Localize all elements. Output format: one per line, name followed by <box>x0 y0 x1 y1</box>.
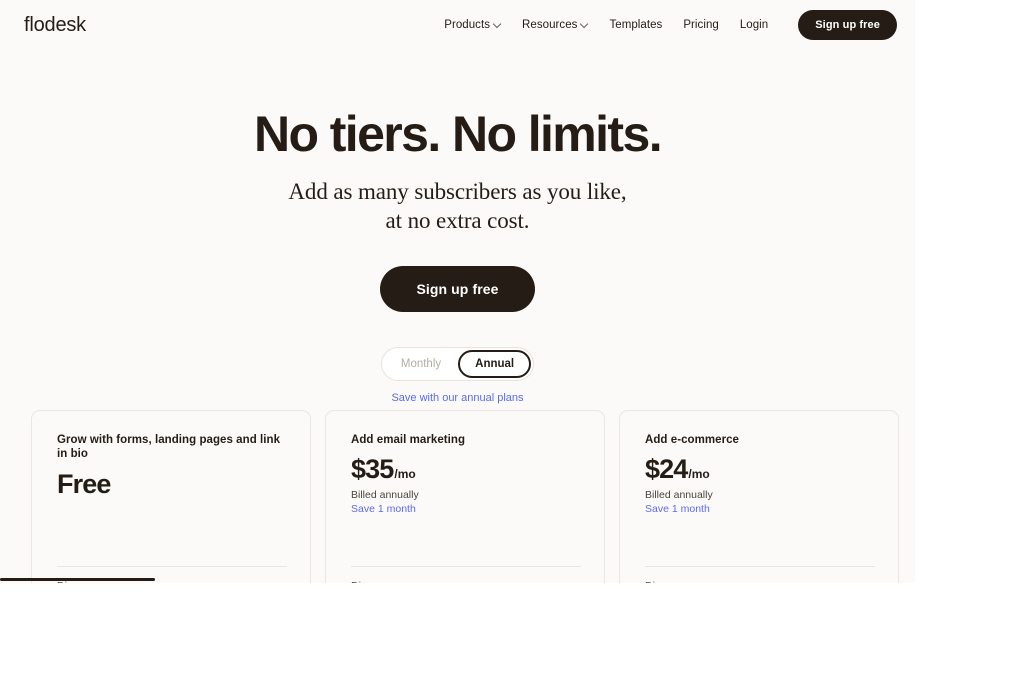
pricing-card-billing-note: Billed annually <box>351 489 419 502</box>
pricing-card-price-period: /mo <box>688 467 710 482</box>
chevron-down-icon <box>581 21 588 28</box>
brand-logo[interactable]: flodesk <box>24 14 86 37</box>
card-divider <box>645 566 875 567</box>
page-viewport: flodesk Products Resources Templates Pri… <box>0 0 915 583</box>
pricing-card-eyebrow: Grow with forms, landing pages and link … <box>57 434 281 461</box>
nav-item-pricing[interactable]: Pricing <box>683 19 719 31</box>
pricing-card-price-amount: $35 <box>351 454 394 485</box>
billing-period-toggle[interactable]: Monthly Annual <box>380 347 535 381</box>
site-header: flodesk Products Resources Templates Pri… <box>0 0 915 50</box>
pricing-card-free[interactable]: Grow with forms, landing pages and link … <box>31 410 311 583</box>
toggle-option-annual[interactable]: Annual <box>458 350 532 378</box>
annual-savings-link[interactable]: Save with our annual plans <box>0 392 915 404</box>
toggle-option-monthly[interactable]: Monthly <box>384 350 458 378</box>
pricing-card-price-amount: $24 <box>645 454 688 485</box>
pricing-card-email-marketing[interactable]: Add email marketing $35/mo Billed annual… <box>325 410 605 583</box>
pricing-card-eyebrow: Add e-commerce <box>645 434 740 446</box>
nav-item-resources-label: Resources <box>522 19 578 31</box>
nav-item-products-label: Products <box>444 19 491 31</box>
nav-item-resources[interactable]: Resources <box>522 19 588 31</box>
chevron-down-icon <box>494 21 501 28</box>
hero-subtitle: Add as many subscribers as you like, at … <box>0 177 915 236</box>
card-divider <box>351 566 581 567</box>
pricing-card-price: $35/mo <box>351 455 579 485</box>
hero-subtitle-line-2: at no extra cost. <box>385 208 530 234</box>
hero-signup-button[interactable]: Sign up free <box>380 265 535 312</box>
nav-item-templates[interactable]: Templates <box>609 19 662 31</box>
pricing-card-price-period: /mo <box>394 467 416 482</box>
hero-subtitle-line-1: Add as many subscribers as you like, <box>288 179 627 204</box>
primary-nav: Products Resources Templates Pricing Log… <box>444 10 897 40</box>
pricing-card-ecommerce[interactable]: Add e-commerce $24/mo Billed annually Sa… <box>619 410 899 583</box>
nav-signup-button[interactable]: Sign up free <box>798 10 897 40</box>
nav-item-products[interactable]: Products <box>444 19 501 31</box>
pricing-card-save-link[interactable]: Save 1 month <box>645 503 873 515</box>
pricing-cards-row: Grow with forms, landing pages and link … <box>31 410 899 583</box>
nav-item-login[interactable]: Login <box>740 19 768 31</box>
pricing-card-billing-note: Billed annually <box>645 489 713 502</box>
pricing-card-eyebrow: Add email marketing <box>351 434 466 446</box>
horizontal-scrollbar[interactable] <box>0 576 915 583</box>
page-title: No tiers. No limits. <box>254 106 663 162</box>
pricing-card-price: $24/mo <box>645 455 873 485</box>
pricing-card-price: Free <box>57 468 285 500</box>
card-divider <box>57 566 287 567</box>
pricing-card-save-link[interactable]: Save 1 month <box>351 503 579 515</box>
horizontal-scrollbar-thumb[interactable] <box>0 578 155 581</box>
hero-section: No tiers. No limits. Add as many subscri… <box>0 105 915 312</box>
pricing-card-price-amount: Free <box>57 468 111 499</box>
billing-toggle-section: Monthly Annual Save with our annual plan… <box>0 347 915 404</box>
